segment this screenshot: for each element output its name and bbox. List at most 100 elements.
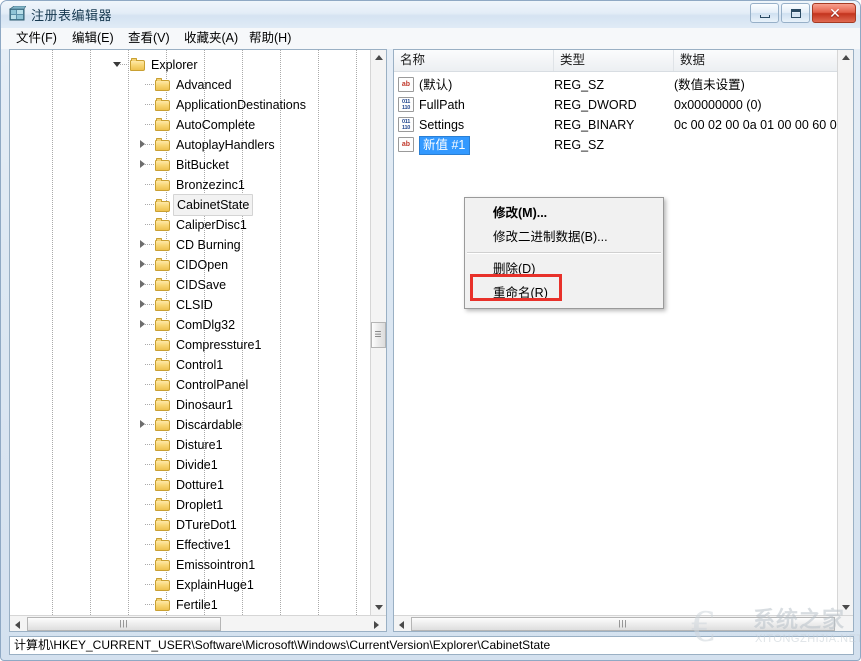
tree-item-autocomplete[interactable]: AutoComplete: [155, 114, 255, 134]
tree-vertical-scroll-thumb[interactable]: ☰: [371, 322, 386, 348]
tree-item-clsid[interactable]: CLSID: [155, 294, 213, 314]
column-data[interactable]: 数据: [674, 50, 838, 71]
tree-item-label: Discardable: [176, 417, 243, 432]
binary-value-icon: 011 110: [398, 117, 414, 132]
value-name-text: Settings: [419, 118, 465, 132]
tree-item-cd-burning[interactable]: CD Burning: [155, 234, 241, 254]
menu-file[interactable]: 文件(F): [11, 30, 62, 47]
value-row[interactable]: 011 110 Settings REG_BINARY 0c 00 02 00 0a 0…: [394, 115, 844, 135]
value-name-text: FullPath: [419, 98, 465, 112]
list-horizontal-scrollbar[interactable]: |||: [394, 615, 853, 631]
tree-item-label: Dotture1: [176, 477, 224, 492]
ctx-modify[interactable]: 修改(M)...: [465, 201, 663, 225]
tree-item-droplet1[interactable]: Droplet1: [155, 494, 223, 514]
string-value-icon: ab: [398, 77, 414, 92]
list-scroll-left-button[interactable]: [394, 616, 410, 631]
menu-edit[interactable]: 编辑(E): [67, 30, 119, 47]
tree-item-discardable[interactable]: Discardable: [155, 414, 242, 434]
tree-item-applicationdestinations[interactable]: ApplicationDestinations: [155, 94, 306, 114]
ctx-delete[interactable]: 删除(D): [465, 257, 663, 281]
tree-item-label: CabinetState: [173, 194, 254, 216]
tree-item-label: Effective1: [176, 537, 231, 552]
tree-horizontal-scrollbar[interactable]: |||: [10, 615, 386, 631]
registry-editor-window: 注册表编辑器 ✕ 文件(F) 编辑(E) 查看(V) 收藏夹(A) 帮助(H) …: [0, 0, 861, 661]
tree-item-label: Compressture1: [176, 337, 262, 352]
tree-item-autoplayhandlers[interactable]: AutoplayHandlers: [155, 134, 275, 154]
tree-item-explorer[interactable]: Explorer: [130, 54, 198, 74]
tree-item-control1[interactable]: Control1: [155, 354, 223, 374]
tree-guide-line: [318, 50, 319, 616]
tree-item-explainhuge1[interactable]: ExplainHuge1: [155, 574, 254, 594]
registry-tree[interactable]: Explorer Advanced ApplicationDestinations A…: [10, 50, 371, 616]
tree-connector-line: [145, 124, 154, 125]
column-name[interactable]: 名称: [394, 50, 554, 71]
close-button[interactable]: ✕: [812, 3, 856, 23]
value-row[interactable]: ab (默认) REG_SZ (数值未设置): [394, 75, 837, 95]
tree-item-bronzezinc1[interactable]: Bronzezinc1: [155, 174, 245, 194]
value-name: FullPath: [419, 95, 465, 115]
folder-icon: [155, 358, 171, 372]
tree-guide-line: [356, 50, 357, 616]
tree-item-cidopen[interactable]: CIDOpen: [155, 254, 228, 274]
tree-scroll-right-button[interactable]: [369, 616, 385, 631]
value-context-menu[interactable]: 修改(M)... 修改二进制数据(B)... 删除(D) 重命名(R): [464, 197, 664, 309]
tree-connector-line: [145, 204, 154, 205]
tree-item-controlpanel[interactable]: ControlPanel: [155, 374, 248, 394]
folder-icon: [155, 238, 171, 252]
tree-item-advanced[interactable]: Advanced: [155, 74, 232, 94]
value-row[interactable]: 011 110 FullPath REG_DWORD 0x00000000 (0): [394, 95, 837, 115]
column-type[interactable]: 类型: [554, 50, 674, 71]
tree-guide-line: [280, 50, 281, 616]
tree-item-cidsave[interactable]: CIDSave: [155, 274, 226, 294]
list-scroll-down-button[interactable]: [838, 600, 853, 616]
tree-item-label: CLSID: [176, 297, 213, 312]
tree-item-fertile1[interactable]: Fertile1: [155, 594, 218, 614]
tree-item-compressture1[interactable]: Compressture1: [155, 334, 261, 354]
tree-item-comdlg32[interactable]: ComDlg32: [155, 314, 235, 334]
tree-item-dturedot1[interactable]: DTureDot1: [155, 514, 237, 534]
list-vertical-scrollbar[interactable]: [837, 50, 853, 616]
scroll-thumb-grip: |||: [618, 619, 628, 628]
tree-item-label: Advanced: [176, 77, 232, 92]
tree-item-caliperdisc1[interactable]: CaliperDisc1: [155, 214, 247, 234]
tree-item-disture1[interactable]: Disture1: [155, 434, 223, 454]
tree-item-bitbucket[interactable]: BitBucket: [155, 154, 229, 174]
value-data: 0c 00 02 00 0a 01 00 00 60 00: [674, 115, 844, 135]
value-type: REG_DWORD: [554, 95, 637, 115]
folder-icon: [155, 318, 171, 332]
tree-item-divide1[interactable]: Divide1: [155, 454, 218, 474]
tree-horizontal-scroll-thumb[interactable]: |||: [27, 617, 221, 631]
menu-view[interactable]: 查看(V): [123, 30, 175, 47]
tree-item-cabinetstate[interactable]: CabinetState: [155, 194, 254, 216]
value-row[interactable]: ab 新值 #1 REG_SZ: [394, 135, 837, 155]
menu-help[interactable]: 帮助(H): [244, 30, 296, 47]
tree-item-effective1[interactable]: Effective1: [155, 534, 231, 554]
maximize-button[interactable]: [781, 3, 810, 23]
ctx-modify-binary[interactable]: 修改二进制数据(B)...: [465, 225, 663, 249]
folder-icon: [155, 438, 171, 452]
tree-item-dotture1[interactable]: Dotture1: [155, 474, 224, 494]
tree-vertical-scrollbar[interactable]: ☰: [370, 50, 386, 616]
minimize-icon: [760, 15, 770, 18]
minimize-button[interactable]: [750, 3, 779, 23]
folder-icon: [130, 58, 146, 72]
tree-item-label: AutoComplete: [176, 117, 256, 132]
folder-icon: [155, 158, 171, 172]
folder-icon: [155, 338, 171, 352]
tree-connector-line: [145, 184, 154, 185]
ctx-rename[interactable]: 重命名(R): [465, 281, 663, 305]
tree-connector-line: [145, 244, 154, 245]
list-horizontal-scroll-thumb[interactable]: |||: [411, 617, 835, 631]
menu-favorites[interactable]: 收藏夹(A): [179, 30, 243, 47]
value-data: (数值未设置): [674, 75, 745, 95]
tree-scroll-left-button[interactable]: [10, 616, 26, 631]
tree-connector-line: [145, 604, 154, 605]
tree-item-emissointron1[interactable]: Emissointron1: [155, 554, 255, 574]
tree-guide-line: [128, 50, 129, 616]
tree-item-dinosaur1[interactable]: Dinosaur1: [155, 394, 233, 414]
list-scroll-up-button[interactable]: [838, 50, 853, 66]
tree-scroll-down-button[interactable]: [371, 600, 386, 616]
tree-scroll-up-button[interactable]: [371, 50, 386, 66]
folder-icon: [155, 78, 171, 92]
tree-connector-line: [145, 324, 154, 325]
